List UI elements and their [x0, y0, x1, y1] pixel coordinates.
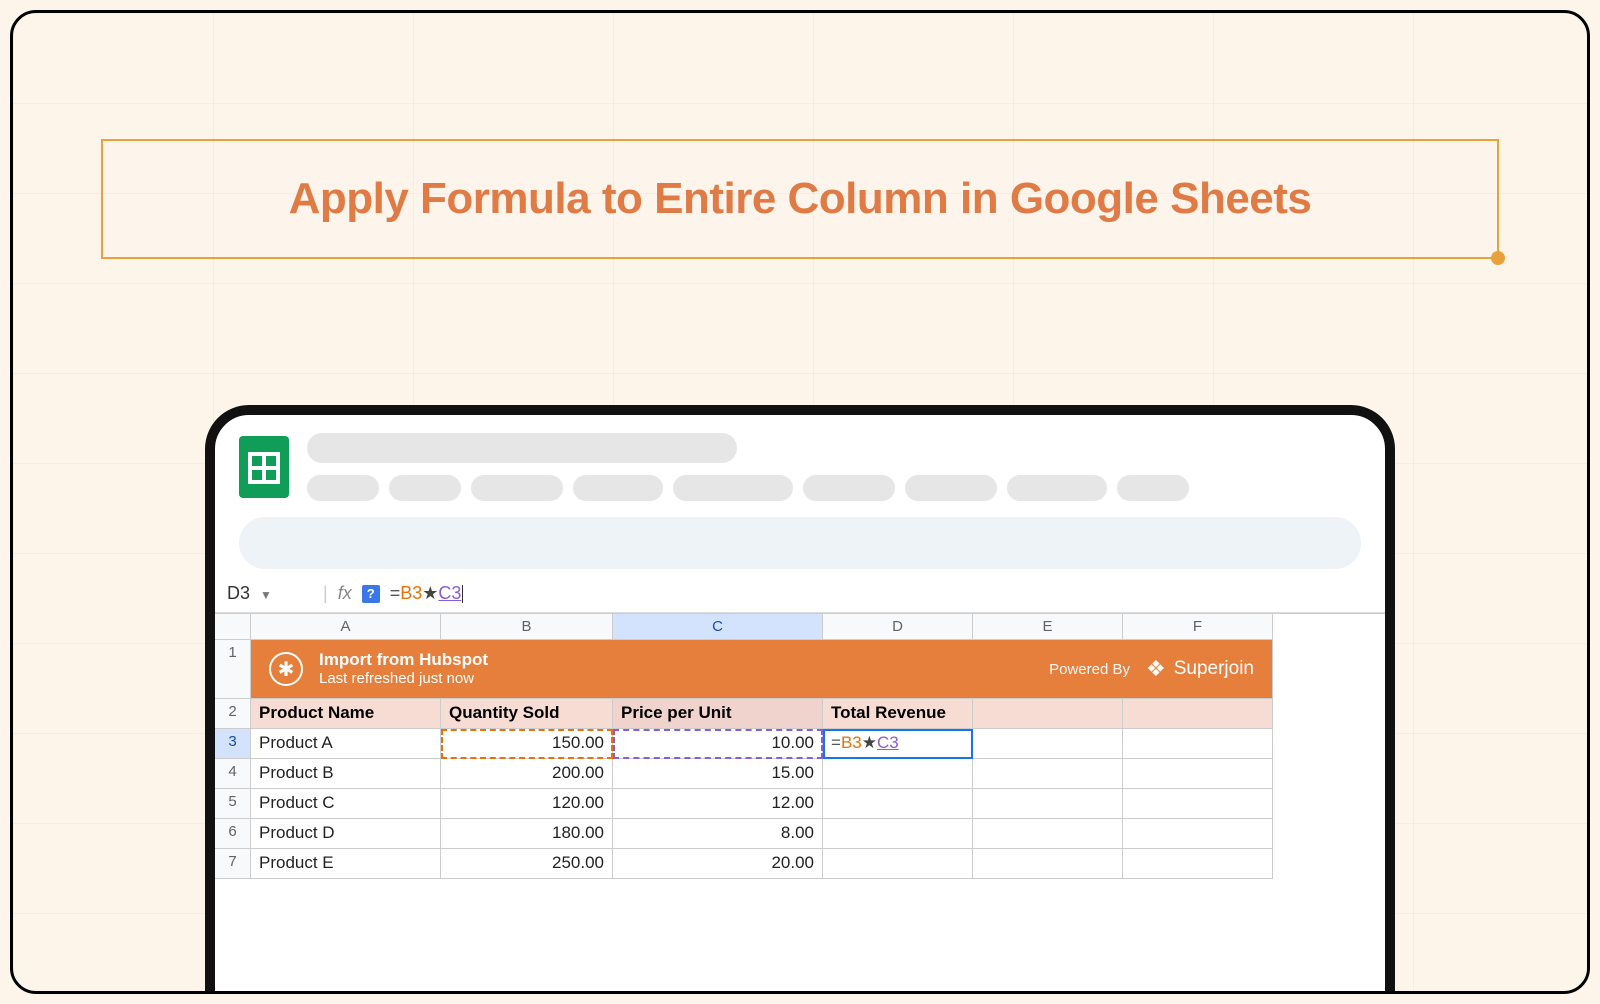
- cell[interactable]: [973, 699, 1123, 729]
- cell[interactable]: 20.00: [613, 849, 823, 879]
- doc-title-placeholder[interactable]: [307, 433, 737, 463]
- cell[interactable]: 15.00: [613, 759, 823, 789]
- cell[interactable]: Product C: [251, 789, 441, 819]
- banner-subtitle: Last refreshed just now: [319, 670, 488, 688]
- menu-pill[interactable]: [471, 475, 563, 501]
- divider: |: [323, 583, 328, 604]
- cell[interactable]: Product E: [251, 849, 441, 879]
- cell[interactable]: [1123, 729, 1273, 759]
- menu-pill[interactable]: [673, 475, 793, 501]
- select-all-corner[interactable]: [215, 614, 251, 640]
- header-cell-quantity[interactable]: Quantity Sold: [441, 699, 613, 729]
- superjoin-label: Superjoin: [1174, 658, 1254, 680]
- menu-pill[interactable]: [573, 475, 663, 501]
- formula-ref-b3: B3: [400, 583, 422, 603]
- name-box-value: D3: [227, 583, 250, 603]
- cell[interactable]: [823, 819, 973, 849]
- import-banner[interactable]: ✱ Import from Hubspot Last refreshed jus…: [251, 640, 1273, 699]
- row-header[interactable]: 6: [215, 819, 251, 849]
- cell-d3-active[interactable]: =B3★C3: [823, 729, 973, 759]
- menu-pill[interactable]: [1117, 475, 1189, 501]
- formula-ref-c3: C3: [438, 583, 461, 603]
- hubspot-icon: ✱: [269, 652, 303, 686]
- cell[interactable]: [823, 789, 973, 819]
- formula-bar[interactable]: D3 ▼ | fx ? =B3★C3: [215, 577, 1385, 613]
- text-cursor: [462, 585, 463, 603]
- cell[interactable]: [973, 819, 1123, 849]
- sheets-chrome: [215, 415, 1385, 577]
- row-header[interactable]: 3: [215, 729, 251, 759]
- cell[interactable]: [973, 729, 1123, 759]
- cell[interactable]: [973, 759, 1123, 789]
- row-header[interactable]: 2: [215, 699, 251, 729]
- formula-input[interactable]: =B3★C3: [390, 583, 464, 604]
- cell[interactable]: 200.00: [441, 759, 613, 789]
- superjoin-icon: ❖: [1146, 656, 1166, 682]
- cell[interactable]: [1123, 849, 1273, 879]
- fx-label: fx: [338, 583, 352, 604]
- spreadsheet-grid[interactable]: A B C D E F 1 ✱ Import from Hubspot Last…: [215, 613, 1385, 879]
- cell[interactable]: [1123, 759, 1273, 789]
- cell[interactable]: Product B: [251, 759, 441, 789]
- col-header-d[interactable]: D: [823, 614, 973, 640]
- row-header[interactable]: 4: [215, 759, 251, 789]
- cell[interactable]: 250.00: [441, 849, 613, 879]
- outer-frame: Apply Formula to Entire Column in Google…: [10, 10, 1590, 994]
- cell[interactable]: 8.00: [613, 819, 823, 849]
- menu-pill[interactable]: [307, 475, 379, 501]
- cell[interactable]: 120.00: [441, 789, 613, 819]
- device-mockup: D3 ▼ | fx ? =B3★C3 A B C D E F 1 ✱: [205, 405, 1395, 994]
- col-header-e[interactable]: E: [973, 614, 1123, 640]
- cell[interactable]: [1123, 699, 1273, 729]
- title-box[interactable]: Apply Formula to Entire Column in Google…: [101, 139, 1499, 259]
- formula-eq: =: [390, 583, 401, 603]
- col-header-a[interactable]: A: [251, 614, 441, 640]
- formula-operator: ★: [422, 583, 438, 603]
- col-header-f[interactable]: F: [1123, 614, 1273, 640]
- menu-pill[interactable]: [905, 475, 997, 501]
- toolbar-placeholder[interactable]: [239, 517, 1361, 569]
- cell[interactable]: [823, 759, 973, 789]
- header-cell-product-name[interactable]: Product Name: [251, 699, 441, 729]
- col-header-b[interactable]: B: [441, 614, 613, 640]
- cell-a3[interactable]: Product A: [251, 729, 441, 759]
- menu-pill[interactable]: [803, 475, 895, 501]
- cell[interactable]: 180.00: [441, 819, 613, 849]
- banner-title: Import from Hubspot: [319, 650, 488, 670]
- cell[interactable]: [973, 789, 1123, 819]
- cell[interactable]: Product D: [251, 819, 441, 849]
- row-header[interactable]: 5: [215, 789, 251, 819]
- row-header[interactable]: 1: [215, 640, 251, 699]
- header-cell-revenue[interactable]: Total Revenue: [823, 699, 973, 729]
- cell[interactable]: [973, 849, 1123, 879]
- menu-pill[interactable]: [1007, 475, 1107, 501]
- cell[interactable]: [1123, 789, 1273, 819]
- powered-by-label: Powered By: [1049, 661, 1130, 678]
- chevron-down-icon[interactable]: ▼: [260, 588, 272, 602]
- cell-b3[interactable]: 150.00: [441, 729, 613, 759]
- selection-handle[interactable]: [1491, 251, 1505, 265]
- superjoin-brand[interactable]: ❖ Superjoin: [1146, 656, 1254, 682]
- header-cell-price[interactable]: Price per Unit: [613, 699, 823, 729]
- cell[interactable]: [823, 849, 973, 879]
- formula-help-icon[interactable]: ?: [362, 585, 380, 603]
- cell[interactable]: 12.00: [613, 789, 823, 819]
- menu-pill[interactable]: [389, 475, 461, 501]
- page-title: Apply Formula to Entire Column in Google…: [289, 174, 1312, 224]
- google-sheets-icon[interactable]: [239, 436, 289, 498]
- cell-c3[interactable]: 10.00: [613, 729, 823, 759]
- name-box[interactable]: D3 ▼: [221, 581, 313, 606]
- col-header-c[interactable]: C: [613, 614, 823, 640]
- cell[interactable]: [1123, 819, 1273, 849]
- menu-bar-placeholder: [307, 475, 1361, 501]
- row-header[interactable]: 7: [215, 849, 251, 879]
